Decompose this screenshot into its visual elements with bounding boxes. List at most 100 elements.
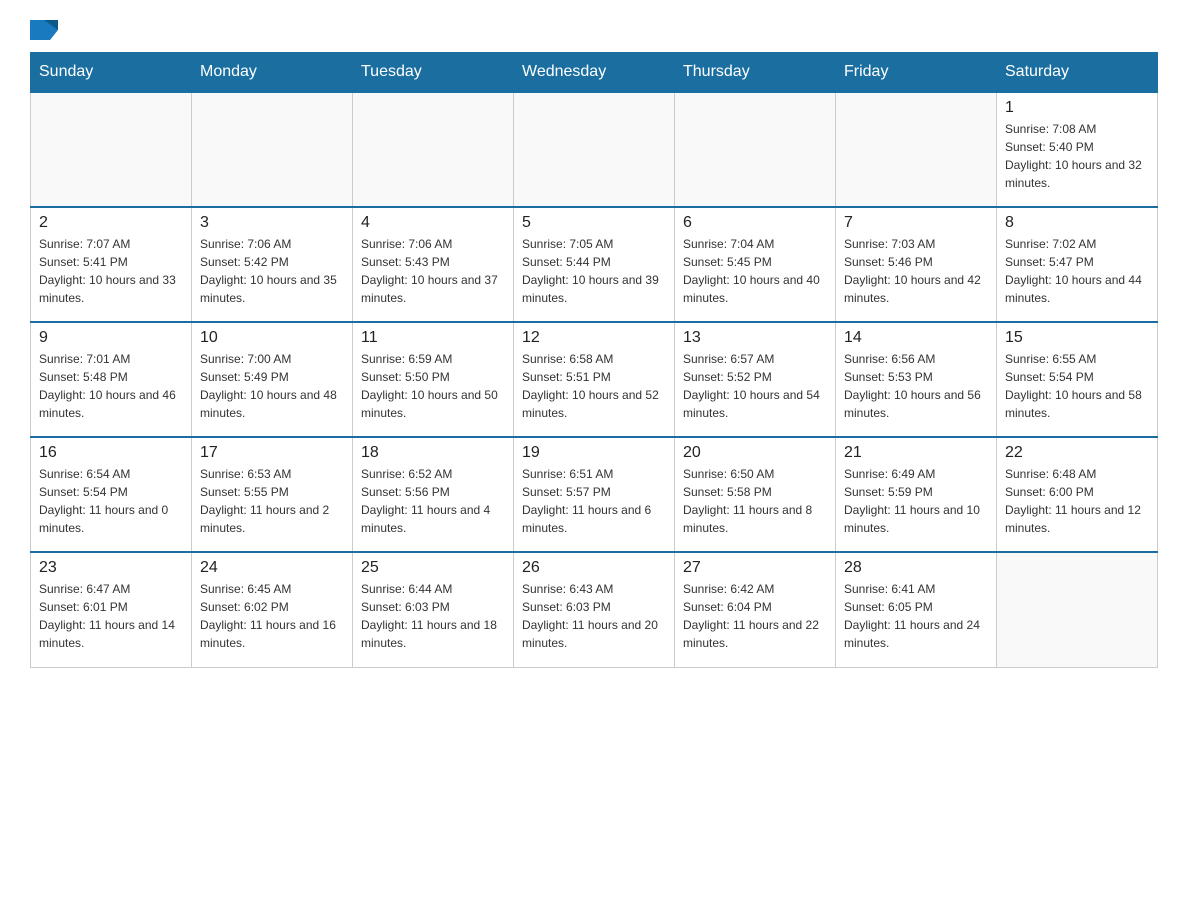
calendar-cell: 19 Sunrise: 6:51 AM Sunset: 5:57 PM Dayli… xyxy=(514,437,675,552)
weekday-header-thursday: Thursday xyxy=(675,53,836,93)
day-number: 21 xyxy=(844,444,988,462)
day-number: 23 xyxy=(39,559,183,577)
calendar-cell xyxy=(353,92,514,207)
calendar-cell: 10Sunrise: 7:00 AM Sunset: 5:49 PM Dayli… xyxy=(192,322,353,437)
day-number: 3 xyxy=(200,214,344,232)
day-number: 22 xyxy=(1005,444,1149,462)
day-info: Sunrise: 7:04 AM Sunset: 5:45 PM Dayligh… xyxy=(683,235,827,307)
day-info: Sunrise: 6:54 AM Sunset: 5:54 PM Dayligh… xyxy=(39,465,183,537)
day-number: 27 xyxy=(683,559,827,577)
calendar-cell xyxy=(836,92,997,207)
day-number: 28 xyxy=(844,559,988,577)
day-info: Sunrise: 6:50 AM Sunset: 5:58 PM Dayligh… xyxy=(683,465,827,537)
calendar-cell: 4 Sunrise: 7:06 AM Sunset: 5:43 PM Daylig… xyxy=(353,207,514,322)
calendar-cell: 20 Sunrise: 6:50 AM Sunset: 5:58 PM Dayli… xyxy=(675,437,836,552)
day-number: 5 xyxy=(522,214,666,232)
day-number: 24 xyxy=(200,559,344,577)
day-info: Sunrise: 6:47 AM Sunset: 6:01 PM Dayligh… xyxy=(39,580,183,652)
day-number: 2 xyxy=(39,214,183,232)
calendar-cell: 12 Sunrise: 6:58 AM Sunset: 5:51 PM Dayli… xyxy=(514,322,675,437)
calendar-cell: 25 Sunrise: 6:44 AM Sunset: 6:03 PM Dayli… xyxy=(353,552,514,667)
day-number: 20 xyxy=(683,444,827,462)
calendar-cell: 18 Sunrise: 6:52 AM Sunset: 5:56 PM Dayli… xyxy=(353,437,514,552)
weekday-header-row: SundayMondayTuesdayWednesdayThursdayFrid… xyxy=(31,53,1158,93)
day-number: 26 xyxy=(522,559,666,577)
calendar-cell: 13Sunrise: 6:57 AM Sunset: 5:52 PM Dayli… xyxy=(675,322,836,437)
day-number: 11 xyxy=(361,329,505,347)
day-info: Sunrise: 7:07 AM Sunset: 5:41 PM Dayligh… xyxy=(39,235,183,307)
calendar-cell: 17 Sunrise: 6:53 AM Sunset: 5:55 PM Dayli… xyxy=(192,437,353,552)
calendar-cell: 23 Sunrise: 6:47 AM Sunset: 6:01 PM Dayli… xyxy=(31,552,192,667)
day-info: Sunrise: 6:41 AM Sunset: 6:05 PM Dayligh… xyxy=(844,580,988,652)
weekday-header-monday: Monday xyxy=(192,53,353,93)
day-number: 8 xyxy=(1005,214,1149,232)
day-number: 25 xyxy=(361,559,505,577)
day-number: 7 xyxy=(844,214,988,232)
day-info: Sunrise: 6:43 AM Sunset: 6:03 PM Dayligh… xyxy=(522,580,666,652)
day-number: 15 xyxy=(1005,329,1149,347)
day-number: 12 xyxy=(522,329,666,347)
week-row-3: 16 Sunrise: 6:54 AM Sunset: 5:54 PM Dayli… xyxy=(31,437,1158,552)
calendar-cell xyxy=(514,92,675,207)
day-number: 16 xyxy=(39,444,183,462)
calendar-cell: 3 Sunrise: 7:06 AM Sunset: 5:42 PM Daylig… xyxy=(192,207,353,322)
day-number: 18 xyxy=(361,444,505,462)
day-info: Sunrise: 6:49 AM Sunset: 5:59 PM Dayligh… xyxy=(844,465,988,537)
logo-icon xyxy=(30,20,58,42)
calendar-cell: 22 Sunrise: 6:48 AM Sunset: 6:00 PM Dayli… xyxy=(997,437,1158,552)
weekday-header-sunday: Sunday xyxy=(31,53,192,93)
calendar-cell xyxy=(675,92,836,207)
day-info: Sunrise: 6:59 AM Sunset: 5:50 PM Dayligh… xyxy=(361,350,505,422)
day-number: 19 xyxy=(522,444,666,462)
week-row-2: 9Sunrise: 7:01 AM Sunset: 5:48 PM Daylig… xyxy=(31,322,1158,437)
calendar-cell: 5 Sunrise: 7:05 AM Sunset: 5:44 PM Daylig… xyxy=(514,207,675,322)
calendar-cell: 9Sunrise: 7:01 AM Sunset: 5:48 PM Daylig… xyxy=(31,322,192,437)
day-info: Sunrise: 6:57 AM Sunset: 5:52 PM Dayligh… xyxy=(683,350,827,422)
day-info: Sunrise: 7:05 AM Sunset: 5:44 PM Dayligh… xyxy=(522,235,666,307)
calendar-cell: 28 Sunrise: 6:41 AM Sunset: 6:05 PM Dayli… xyxy=(836,552,997,667)
calendar-cell: 15 Sunrise: 6:55 AM Sunset: 5:54 PM Dayli… xyxy=(997,322,1158,437)
calendar-cell: 16 Sunrise: 6:54 AM Sunset: 5:54 PM Dayli… xyxy=(31,437,192,552)
calendar-cell xyxy=(192,92,353,207)
calendar-cell: 8Sunrise: 7:02 AM Sunset: 5:47 PM Daylig… xyxy=(997,207,1158,322)
day-info: Sunrise: 6:51 AM Sunset: 5:57 PM Dayligh… xyxy=(522,465,666,537)
calendar-cell: 26 Sunrise: 6:43 AM Sunset: 6:03 PM Dayli… xyxy=(514,552,675,667)
calendar-cell: 2 Sunrise: 7:07 AM Sunset: 5:41 PM Daylig… xyxy=(31,207,192,322)
day-number: 4 xyxy=(361,214,505,232)
day-info: Sunrise: 6:44 AM Sunset: 6:03 PM Dayligh… xyxy=(361,580,505,652)
weekday-header-wednesday: Wednesday xyxy=(514,53,675,93)
logo xyxy=(30,20,60,42)
calendar-cell: 14 Sunrise: 6:56 AM Sunset: 5:53 PM Dayli… xyxy=(836,322,997,437)
calendar-cell xyxy=(997,552,1158,667)
day-info: Sunrise: 6:45 AM Sunset: 6:02 PM Dayligh… xyxy=(200,580,344,652)
day-info: Sunrise: 6:42 AM Sunset: 6:04 PM Dayligh… xyxy=(683,580,827,652)
day-info: Sunrise: 6:58 AM Sunset: 5:51 PM Dayligh… xyxy=(522,350,666,422)
calendar-cell: 24 Sunrise: 6:45 AM Sunset: 6:02 PM Dayli… xyxy=(192,552,353,667)
day-info: Sunrise: 7:03 AM Sunset: 5:46 PM Dayligh… xyxy=(844,235,988,307)
weekday-header-friday: Friday xyxy=(836,53,997,93)
week-row-4: 23 Sunrise: 6:47 AM Sunset: 6:01 PM Dayli… xyxy=(31,552,1158,667)
day-number: 10 xyxy=(200,329,344,347)
weekday-header-saturday: Saturday xyxy=(997,53,1158,93)
day-number: 6 xyxy=(683,214,827,232)
week-row-0: 1 Sunrise: 7:08 AM Sunset: 5:40 PM Daylig… xyxy=(31,92,1158,207)
day-info: Sunrise: 6:53 AM Sunset: 5:55 PM Dayligh… xyxy=(200,465,344,537)
day-info: Sunrise: 6:48 AM Sunset: 6:00 PM Dayligh… xyxy=(1005,465,1149,537)
day-number: 17 xyxy=(200,444,344,462)
calendar-cell: 7 Sunrise: 7:03 AM Sunset: 5:46 PM Daylig… xyxy=(836,207,997,322)
calendar-cell: 11 Sunrise: 6:59 AM Sunset: 5:50 PM Dayli… xyxy=(353,322,514,437)
calendar-cell: 6 Sunrise: 7:04 AM Sunset: 5:45 PM Daylig… xyxy=(675,207,836,322)
day-info: Sunrise: 7:01 AM Sunset: 5:48 PM Dayligh… xyxy=(39,350,183,422)
day-info: Sunrise: 7:06 AM Sunset: 5:43 PM Dayligh… xyxy=(361,235,505,307)
day-info: Sunrise: 6:52 AM Sunset: 5:56 PM Dayligh… xyxy=(361,465,505,537)
calendar-cell: 27 Sunrise: 6:42 AM Sunset: 6:04 PM Dayli… xyxy=(675,552,836,667)
week-row-1: 2 Sunrise: 7:07 AM Sunset: 5:41 PM Daylig… xyxy=(31,207,1158,322)
calendar-cell: 1 Sunrise: 7:08 AM Sunset: 5:40 PM Daylig… xyxy=(997,92,1158,207)
day-number: 14 xyxy=(844,329,988,347)
day-number: 1 xyxy=(1005,99,1149,117)
day-info: Sunrise: 6:56 AM Sunset: 5:53 PM Dayligh… xyxy=(844,350,988,422)
day-info: Sunrise: 7:08 AM Sunset: 5:40 PM Dayligh… xyxy=(1005,120,1149,192)
day-info: Sunrise: 6:55 AM Sunset: 5:54 PM Dayligh… xyxy=(1005,350,1149,422)
page-header xyxy=(30,20,1158,42)
day-info: Sunrise: 7:06 AM Sunset: 5:42 PM Dayligh… xyxy=(200,235,344,307)
